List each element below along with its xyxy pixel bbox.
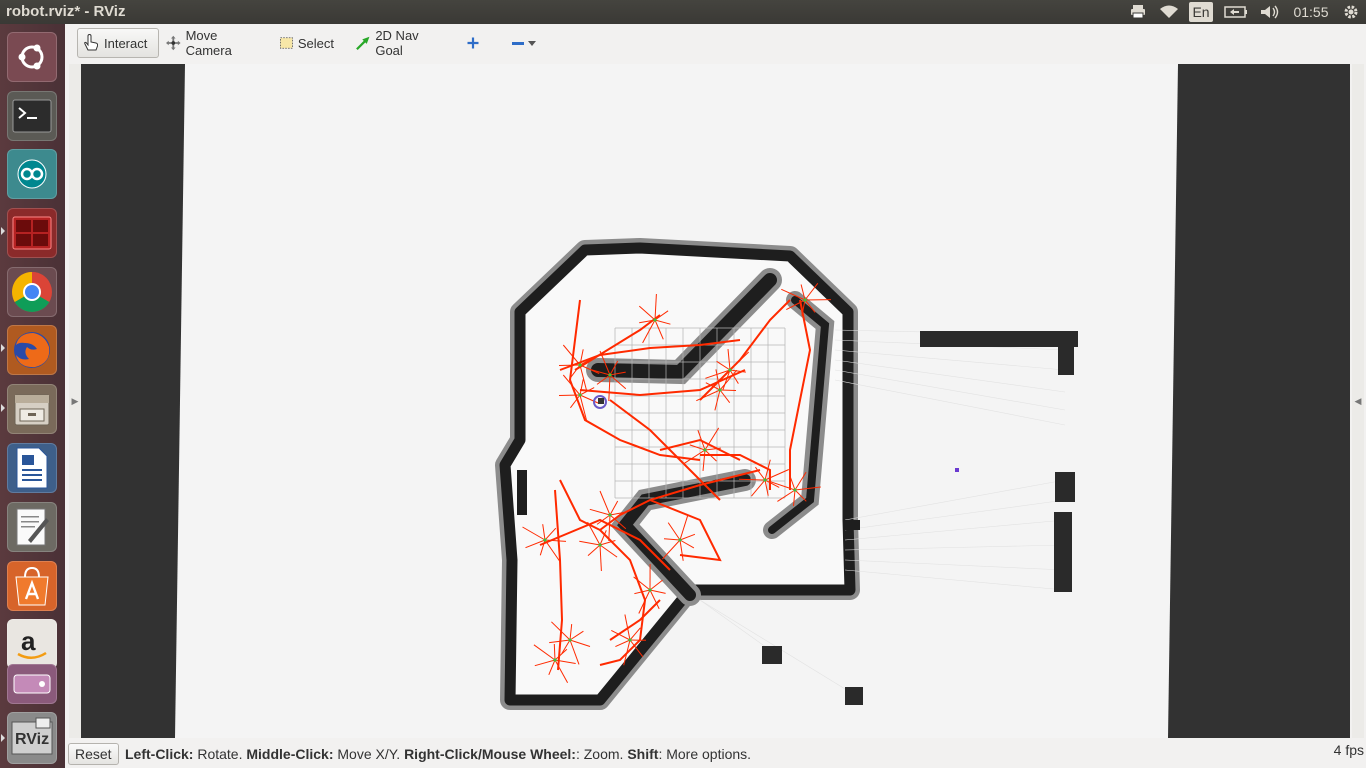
interact-label: Interact: [104, 35, 148, 51]
planner-node: [608, 513, 612, 517]
2d-nav-goal-tool[interactable]: 2D Nav Goal: [351, 28, 447, 58]
rviz-icon[interactable]: RViz: [7, 712, 57, 764]
planner-node: [653, 318, 657, 322]
left-click-key: Left-Click:: [125, 746, 194, 762]
planner-node: [793, 488, 797, 492]
file-cabinet-icon[interactable]: [7, 384, 57, 434]
right-click-key: Right-Click/Mouse Wheel:: [404, 746, 576, 762]
remove-tool-button[interactable]: [507, 28, 541, 58]
move-camera-icon: [166, 35, 181, 51]
running-indicator: [1, 227, 5, 235]
fps-counter: 4 fps: [1333, 742, 1364, 758]
arduino-icon[interactable]: [7, 149, 57, 199]
firefox-icon[interactable]: [7, 325, 57, 375]
planner-branch: [553, 643, 556, 661]
chevron-right-icon: ▶: [71, 395, 79, 406]
select-rectangle-icon: [280, 37, 293, 49]
ubuntu-logo-icon[interactable]: [7, 32, 57, 82]
running-indicator: [1, 404, 5, 412]
right-dock-collapse-handle[interactable]: ◀: [1352, 64, 1364, 738]
nav-goal-arrow-icon: [356, 36, 370, 51]
select-tool[interactable]: Select: [275, 28, 339, 58]
running-indicator: [1, 344, 5, 352]
clock[interactable]: 01:55: [1289, 0, 1333, 24]
interact-tool[interactable]: Interact: [77, 28, 159, 58]
planner-node: [728, 368, 732, 372]
planner-node: [543, 538, 547, 542]
middle-click-key: Middle-Click:: [246, 746, 334, 762]
shopping-bag-icon[interactable]: [7, 561, 57, 611]
planner-node: [553, 658, 557, 662]
move-camera-label: Move Camera: [185, 28, 232, 58]
left-dock-collapse-handle[interactable]: ▶: [69, 64, 81, 738]
reset-button[interactable]: Reset: [68, 743, 119, 765]
planner-node: [598, 543, 602, 547]
planner-branch: [738, 478, 766, 481]
robot-footprint: [598, 398, 604, 404]
disk-icon[interactable]: [7, 664, 57, 704]
terminal-icon[interactable]: [7, 91, 57, 141]
gear-icon[interactable]: [1338, 0, 1364, 24]
select-label: Select: [297, 35, 334, 51]
planner-node: [648, 588, 652, 592]
render-viewport[interactable]: [81, 64, 1350, 738]
shift-action: : More options.: [658, 746, 752, 762]
add-tool-button[interactable]: [463, 28, 483, 58]
planner-node: [608, 373, 612, 377]
planner-node: [568, 638, 572, 642]
battery-icon[interactable]: [1222, 0, 1250, 24]
right-click-action: : Zoom.: [575, 746, 628, 762]
writer-document-icon[interactable]: [7, 443, 57, 493]
launcher: a RViz: [0, 24, 65, 768]
shift-key: Shift: [627, 746, 659, 762]
map-scene[interactable]: [81, 64, 1350, 738]
top-panel: robot.rviz* - RViz En 01:55: [0, 0, 1366, 24]
plus-icon: [467, 37, 479, 49]
running-indicator: [1, 734, 5, 742]
volume-icon[interactable]: [1257, 0, 1283, 24]
chrome-icon[interactable]: [7, 267, 57, 317]
planner-branch: [558, 364, 581, 366]
wifi-icon[interactable]: [1156, 0, 1182, 24]
planner-node: [703, 448, 707, 452]
planner-node: [803, 298, 807, 302]
planner-node: [578, 363, 582, 367]
amazon-icon[interactable]: a: [7, 619, 57, 669]
planner-node: [763, 478, 767, 482]
planner-node: [718, 388, 722, 392]
move-camera-tool[interactable]: Move Camera: [161, 28, 265, 58]
planner-branch: [558, 394, 581, 396]
text-editor-icon[interactable]: [7, 502, 57, 552]
planner-node: [578, 393, 582, 397]
hand-pointer-icon: [84, 34, 99, 51]
window-title: robot.rviz* - RViz: [6, 3, 126, 20]
terminal-red-icon[interactable]: [7, 208, 57, 258]
printer-icon[interactable]: [1126, 0, 1150, 24]
planner-node: [628, 638, 632, 642]
status-bar: Reset Left-Click: Rotate. Middle-Click: …: [65, 740, 1366, 768]
chevron-down-icon: [528, 40, 536, 46]
tool-bar: Interact Move Camera Select 2D Nav Goal: [65, 24, 1366, 64]
chevron-left-icon: ◀: [1354, 395, 1362, 406]
svg-text:RViz: RViz: [15, 731, 49, 748]
svg-text:a: a: [21, 626, 36, 656]
planner-node: [678, 538, 682, 542]
minus-icon: [512, 42, 524, 45]
planner-branch: [719, 389, 737, 391]
middle-click-action: Move X/Y.: [333, 746, 405, 762]
keyboard-layout-indicator[interactable]: En: [1189, 2, 1213, 22]
left-click-action: Rotate.: [193, 746, 247, 762]
help-text: Left-Click: Rotate. Middle-Click: Move X…: [125, 746, 751, 762]
nav-goal-label: 2D Nav Goal: [375, 28, 419, 58]
